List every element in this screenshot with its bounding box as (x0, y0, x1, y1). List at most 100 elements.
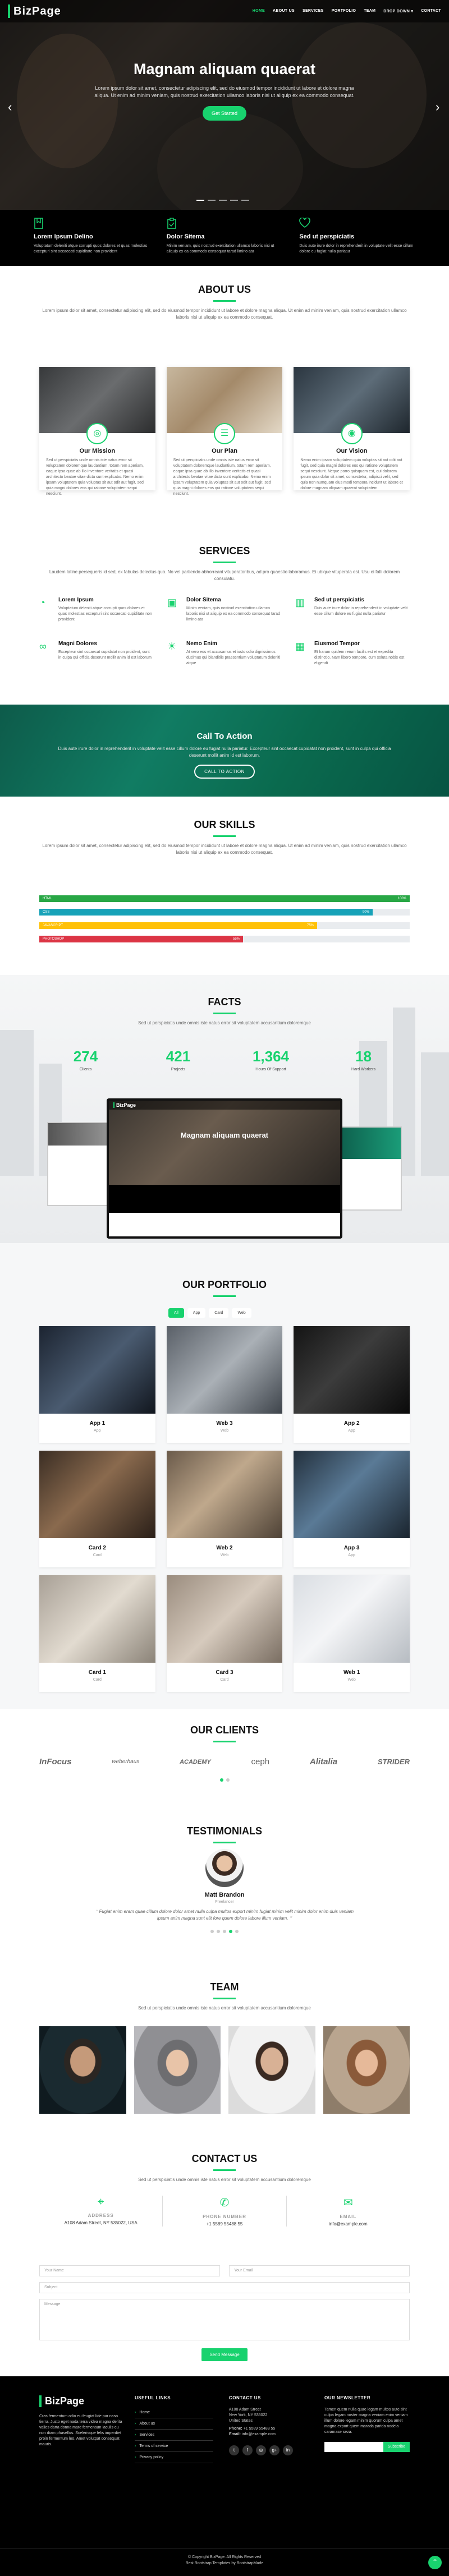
portfolio-item-title[interactable]: App 3 (294, 1545, 410, 1551)
contact-value[interactable]: info@example.com (287, 2221, 410, 2227)
portfolio-item[interactable]: Card 2 Card (39, 1451, 155, 1567)
footer-link-about[interactable]: About us (135, 2418, 213, 2430)
back-to-top-button[interactable]: ⌃ (428, 2556, 442, 2569)
footer-about-text: Cras fermentum odio eu feugiat lide par … (39, 2414, 122, 2446)
portfolio-item-title[interactable]: Web 1 (294, 1669, 410, 1676)
about-card-vision: ◉ Our Vision Nemo enim ipsam voluptatem … (294, 367, 410, 490)
nav-about[interactable]: ABOUT US (273, 9, 295, 13)
facebook-icon[interactable]: f (242, 2445, 253, 2455)
carousel-indicator[interactable] (196, 200, 204, 201)
featured-box: Dolor Sitema Minim veniam, quis nostrud … (167, 218, 283, 258)
pagination-dot[interactable] (217, 1930, 220, 1933)
portfolio-item-category: Web (347, 1678, 356, 1682)
filter-app[interactable]: App (187, 1308, 206, 1318)
footer-link-services[interactable]: Services (135, 2430, 213, 2441)
portfolio-item-title[interactable]: Card 1 (39, 1669, 155, 1676)
portfolio-item[interactable]: Card 3 Card (166, 1575, 283, 1692)
message-field[interactable]: Message (39, 2299, 410, 2340)
contact-label: Email (340, 2214, 357, 2219)
filter-web[interactable]: Web (232, 1308, 251, 1318)
service-title[interactable]: Lorem Ipsum (58, 597, 154, 603)
team-member-photo[interactable] (134, 2026, 221, 2114)
chevron-right-icon[interactable]: › (436, 100, 439, 114)
pagination-dot[interactable] (210, 1930, 214, 1933)
carousel-indicator[interactable] (230, 200, 238, 201)
portfolio-item[interactable]: Web 3 Web (166, 1326, 283, 1443)
footer-link-home[interactable]: Home (135, 2407, 213, 2418)
portfolio-item-title[interactable]: App 2 (294, 1420, 410, 1427)
instagram-icon[interactable]: ◎ (256, 2445, 266, 2455)
portfolio-item-title[interactable]: Web 3 (167, 1420, 283, 1427)
portfolio-item[interactable]: Card 1 Card (39, 1575, 155, 1692)
chevron-left-icon[interactable]: ‹ (8, 100, 12, 114)
about-desc: Lorem ipsum dolor sit amet, consectetur … (42, 308, 407, 320)
card-title: Our Plan (212, 448, 237, 454)
carousel-indicator[interactable] (219, 200, 227, 201)
google-plus-icon[interactable]: g+ (269, 2445, 280, 2455)
team-member-photo[interactable] (228, 2026, 315, 2114)
title-underline (213, 562, 236, 563)
nav-home[interactable]: HOME (253, 9, 265, 13)
carousel-indicator[interactable] (208, 200, 216, 201)
subscribe-button[interactable]: Subscribe (383, 2442, 410, 2452)
call-to-action-button[interactable]: CALL TO ACTION (194, 765, 255, 779)
copyright-text: © Copyright BizPage. All Rights Reserved (187, 2555, 262, 2559)
footer-phone: +1 5589 55488 55 (243, 2427, 276, 2431)
nav-contact[interactable]: CONTACT (421, 9, 441, 13)
portfolio-item[interactable]: Web 2 Web (166, 1451, 283, 1567)
email-field[interactable]: Your Email (229, 2265, 410, 2276)
title-underline (213, 300, 236, 302)
portfolio-item[interactable]: App 2 App (294, 1326, 410, 1443)
site-logo[interactable]: BizPage (8, 4, 61, 18)
linkedin-icon[interactable]: in (283, 2445, 293, 2455)
nav-drop-down[interactable]: DROP DOWN ▾ (383, 9, 413, 13)
footer-link-privacy[interactable]: Privacy policy (135, 2452, 213, 2463)
pagination-dot[interactable] (219, 1778, 223, 1782)
portfolio-item[interactable]: App 3 App (294, 1451, 410, 1567)
team-member-photo[interactable] (39, 2026, 126, 2114)
portfolio-item-title[interactable]: Web 2 (167, 1545, 283, 1551)
twitter-icon[interactable]: t (229, 2445, 239, 2455)
fact-label: Hard Workers (351, 1068, 376, 1071)
portfolio-image (166, 1451, 283, 1538)
mockup-title: Magnam aliquam quaerat (180, 1131, 269, 1139)
name-field[interactable]: Your Name (39, 2265, 220, 2276)
portfolio-item-title[interactable]: Card 3 (167, 1669, 283, 1676)
nav-portfolio[interactable]: PORTFOLIO (332, 9, 356, 13)
service-title[interactable]: Eiusmod Tempor (314, 641, 410, 647)
pagination-dot[interactable] (235, 1930, 239, 1933)
featured-text: Minim veniam, quis nostrud exercitation … (166, 244, 274, 254)
newsletter-email-input[interactable] (324, 2442, 383, 2452)
contact-value[interactable]: +1 5589 55488 55 (163, 2221, 286, 2227)
get-started-button[interactable]: Get Started (202, 106, 247, 121)
send-message-button[interactable]: Send Message (201, 2348, 248, 2361)
portfolio-item[interactable]: Web 1 Web (294, 1575, 410, 1692)
testimonial-quote: ❝ Fugiat enim eram quae cillum dolore do… (90, 1908, 359, 1922)
footer-link-terms[interactable]: Terms of service (135, 2441, 213, 2452)
clients-title: OUR CLIENTS (190, 1724, 259, 1736)
subject-field[interactable]: Subject (39, 2282, 410, 2293)
newsletter-text: Tamen quem nulla quae legam multos aute … (324, 2408, 408, 2434)
filter-card[interactable]: Card (209, 1308, 229, 1318)
service-title[interactable]: Magni Dolores (58, 641, 154, 647)
footer-logo[interactable]: BizPage (39, 2395, 123, 2407)
carousel-indicator[interactable] (241, 200, 249, 201)
service-item: ▥ Sed ut perspiciatis Duis aute irure dolo… (295, 597, 410, 623)
portfolio-item-title[interactable]: App 1 (39, 1420, 155, 1427)
title-underline (213, 1741, 236, 1742)
portfolio-item-title[interactable]: Card 2 (39, 1545, 155, 1551)
service-title[interactable]: Nemo Enim (186, 641, 282, 647)
team-member-photo[interactable] (323, 2026, 410, 2114)
filter-all[interactable]: All (168, 1308, 184, 1318)
credits-text[interactable]: Best Bootstrap Templates by BootstrapMad… (0, 2560, 449, 2566)
pagination-dot[interactable] (223, 1930, 226, 1933)
service-title[interactable]: Sed ut perspiciatis (314, 597, 410, 603)
pagination-dot[interactable] (226, 1778, 230, 1782)
pagination-dot[interactable] (229, 1930, 232, 1933)
nav-team[interactable]: TEAM (364, 9, 375, 13)
nav-services[interactable]: SERVICES (303, 9, 324, 13)
service-title[interactable]: Dolor Sitema (186, 597, 282, 603)
footer-email[interactable]: info@example.com (242, 2432, 276, 2436)
portfolio-item[interactable]: App 1 App (39, 1326, 155, 1443)
title-underline (213, 1295, 236, 1297)
